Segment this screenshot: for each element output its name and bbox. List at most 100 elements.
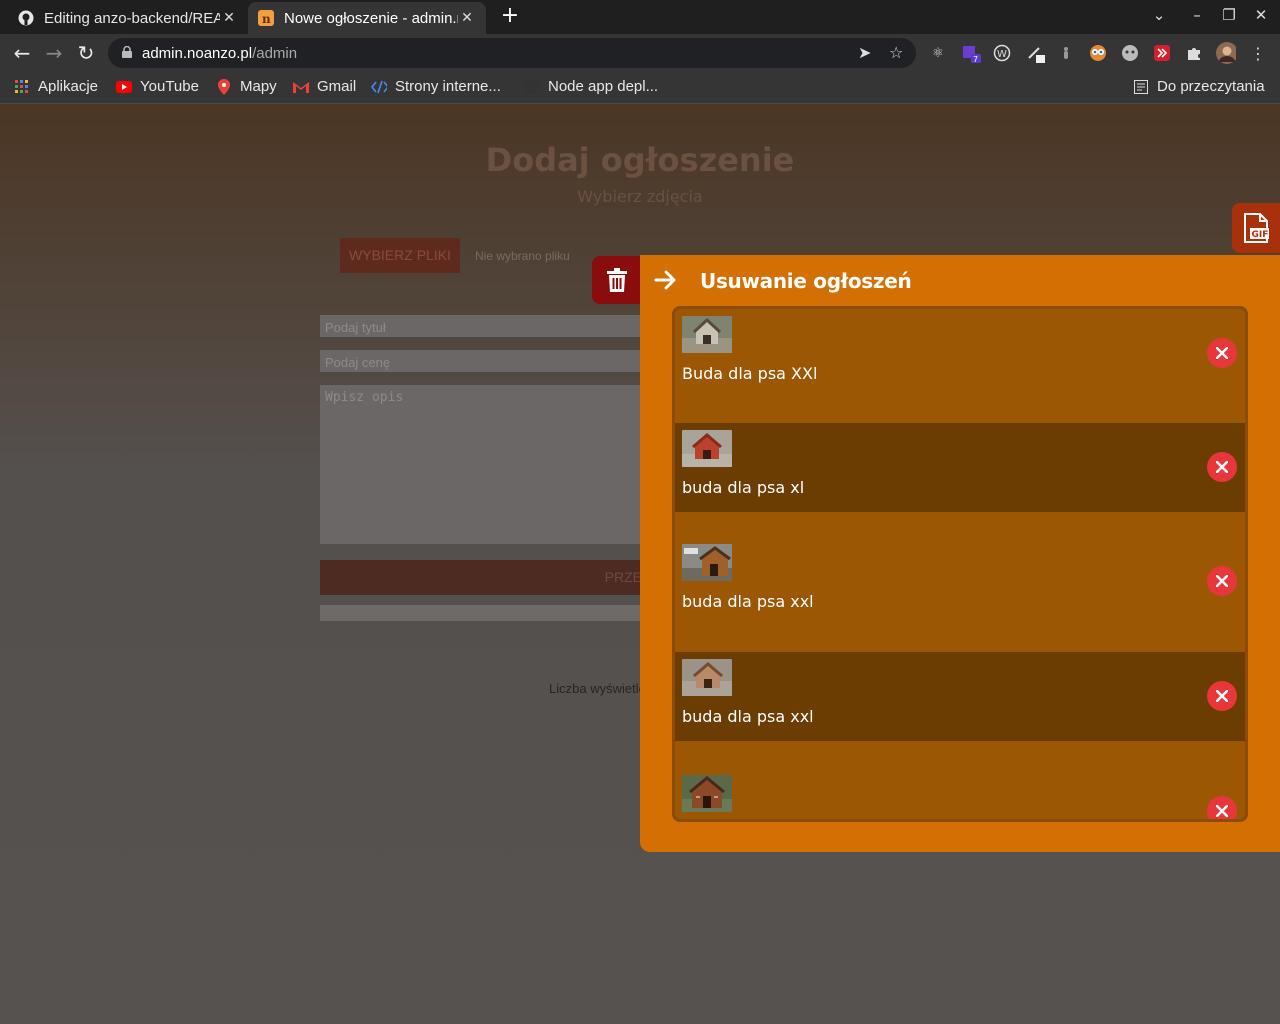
close-icon	[1216, 690, 1228, 702]
delete-listing-button[interactable]	[1207, 338, 1237, 368]
reading-list-icon	[1133, 79, 1149, 95]
close-icon	[1216, 805, 1228, 817]
close-icon	[1216, 461, 1228, 473]
code-icon	[371, 79, 387, 95]
trash-icon	[607, 268, 627, 292]
url-path: /admin	[252, 45, 298, 62]
profile-avatar[interactable]	[1216, 42, 1236, 64]
reading-list[interactable]: Do przeczytania	[1133, 78, 1265, 95]
bookmark-label: Gmail	[317, 78, 357, 95]
browser-toolbar: ← → ↻ admin.noanzo.pl/admin ➤ ☆ ⚛ 7 W ⋮	[0, 34, 1280, 72]
extension-badge-icon[interactable]: 7	[961, 43, 981, 63]
gif-panel-toggle-button[interactable]: GIF	[1232, 203, 1280, 253]
bookmark-label: YouTube	[140, 78, 199, 95]
bookmarks-bar: Aplikacje YouTube Mapy Gmail Strony inte…	[0, 72, 1280, 104]
listing-thumbnail	[682, 544, 732, 581]
owl-extension-icon[interactable]	[1088, 43, 1108, 63]
delete-listing-button[interactable]	[1207, 796, 1237, 819]
reload-icon[interactable]: ↻	[74, 41, 98, 65]
url-host: admin.noanzo.pl	[142, 45, 253, 62]
page-title: Dodaj ogłoszenie	[485, 141, 795, 179]
tab-search-icon[interactable]: ⌄	[1149, 6, 1169, 24]
bookmark-label: Aplikacje	[38, 78, 99, 95]
list-item	[675, 741, 1245, 819]
delete-listing-button[interactable]	[1207, 452, 1237, 482]
gmail-icon	[293, 79, 309, 95]
listing-thumbnail	[682, 659, 732, 696]
svg-text:7: 7	[973, 55, 978, 63]
bookmark-gmail[interactable]: Gmail	[293, 78, 356, 95]
views-count-label: Liczba wyświetleń	[549, 681, 641, 696]
svg-text:W: W	[997, 49, 1007, 60]
title-input[interactable]: Podaj tytuł	[320, 315, 650, 337]
chrome-menu-icon[interactable]: ⋮	[1248, 43, 1268, 63]
new-tab-button[interactable]: +	[498, 5, 522, 29]
tab-github-editing[interactable]: Editing anzo-backend/README ✕	[8, 2, 248, 34]
close-icon	[1216, 575, 1228, 587]
tab-title: Nowe ogłoszenie - admin.noanzo.pl	[284, 9, 458, 27]
list-item: Buda dla psa XXl	[675, 309, 1245, 423]
listing-title: buda dla psa xxl	[682, 592, 814, 611]
minimize-icon[interactable]: –	[1187, 6, 1207, 24]
tab-title: Editing anzo-backend/README	[44, 9, 220, 27]
tab-nowe-ogloszenie[interactable]: n Nowe ogłoszenie - admin.noanzo.pl ✕	[248, 2, 486, 34]
panel-title: Usuwanie ogłoszeń	[700, 269, 912, 293]
bookmark-youtube[interactable]: YouTube	[116, 78, 199, 95]
bookmark-strony[interactable]: Strony interne...	[371, 78, 501, 95]
listing-thumbnail	[682, 775, 732, 812]
delete-panel-toggle-button[interactable]	[592, 256, 642, 304]
noanzo-favicon-icon: n	[258, 10, 274, 26]
choose-files-button[interactable]: WYBIERZ PLIKI	[340, 238, 460, 273]
listing-title: Buda dla psa XXl	[682, 364, 818, 383]
restore-icon[interactable]: ❐	[1219, 6, 1239, 24]
bookmark-label: Node app depl...	[548, 78, 659, 95]
close-tab-icon[interactable]: ✕	[220, 10, 238, 26]
dropper-extension-icon[interactable]	[1056, 43, 1076, 63]
w-extension-icon[interactable]: W	[992, 43, 1012, 63]
delete-listing-button[interactable]	[1207, 681, 1237, 711]
url-text: admin.noanzo.pl/admin	[142, 45, 297, 62]
price-input[interactable]: Podaj cenę	[320, 350, 650, 372]
description-textarea[interactable]: Wpisz opis	[320, 385, 650, 544]
address-bar[interactable]: admin.noanzo.pl/admin ➤ ☆	[108, 38, 916, 68]
submit-button[interactable]: PRZE	[320, 560, 650, 595]
tab-strip: Editing anzo-backend/README ✕ n Nowe ogł…	[0, 0, 1280, 34]
github-icon	[524, 79, 540, 95]
youtube-icon	[116, 79, 132, 95]
ghost-extension-icon[interactable]	[1120, 43, 1140, 63]
listing-thumbnail	[682, 316, 732, 353]
listing-title: buda dla psa xl	[682, 478, 805, 497]
bookmark-label: Strony interne...	[395, 78, 501, 95]
bookmark-star-icon[interactable]: ☆	[889, 43, 903, 62]
close-icon	[1216, 347, 1228, 359]
bookmark-aplikacje[interactable]: Aplikacje	[14, 78, 98, 95]
reading-list-label: Do przeczytania	[1157, 78, 1265, 95]
arrow-right-icon[interactable]	[654, 270, 678, 290]
listing-title: buda dla psa xxl	[682, 707, 814, 726]
close-tab-icon[interactable]: ✕	[458, 10, 476, 26]
bookmark-mapy[interactable]: Mapy	[216, 78, 277, 95]
no-file-label: Nie wybrano pliku	[475, 249, 570, 263]
puzzle-extensions-icon[interactable]	[1184, 43, 1204, 63]
delete-listing-button[interactable]	[1207, 566, 1237, 596]
list-item: buda dla psa xl	[675, 423, 1245, 512]
close-window-icon[interactable]: ✕	[1251, 6, 1271, 24]
forward-icon[interactable]: →	[42, 41, 66, 65]
red-extension-icon[interactable]	[1152, 43, 1172, 63]
back-icon[interactable]: ←	[10, 41, 34, 65]
listings-list[interactable]: Buda dla psa XXl buda dla psa xl buda dl…	[672, 306, 1248, 822]
upload-progress-bar	[320, 605, 650, 621]
svg-text:n: n	[262, 12, 271, 26]
send-tab-icon[interactable]: ➤	[858, 43, 871, 62]
apps-grid-icon	[14, 79, 30, 95]
list-item: buda dla psa xxl	[675, 652, 1245, 741]
list-item: buda dla psa xxl	[675, 512, 1245, 652]
svg-text:GIF: GIF	[1252, 230, 1269, 240]
bookmark-node-app[interactable]: Node app depl...	[524, 78, 658, 95]
pen-extension-icon[interactable]	[1026, 43, 1046, 63]
bookmark-label: Mapy	[240, 78, 277, 95]
github-icon	[18, 10, 34, 26]
lock-icon	[122, 46, 132, 58]
react-devtools-icon[interactable]: ⚛	[928, 43, 948, 63]
maps-pin-icon	[216, 78, 232, 95]
